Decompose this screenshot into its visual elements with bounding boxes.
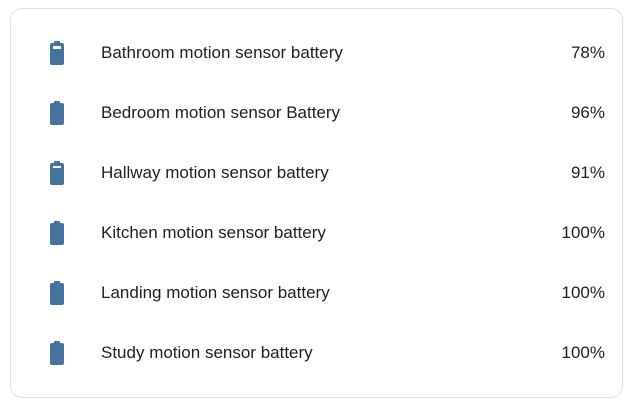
- battery-80-icon: [50, 41, 64, 65]
- battery-full-icon: [50, 281, 64, 305]
- entity-row-bathroom-battery[interactable]: Bathroom motion sensor battery 78%: [11, 33, 624, 73]
- entity-row-bedroom-battery[interactable]: Bedroom motion sensor Battery 96%: [11, 93, 624, 133]
- battery-full-icon: [50, 101, 64, 125]
- entity-row-hallway-battery[interactable]: Hallway motion sensor battery 91%: [11, 153, 624, 193]
- battery-90-icon: [50, 161, 64, 185]
- entity-name: Study motion sensor battery: [101, 343, 313, 362]
- entity-state: 78%: [570, 43, 605, 62]
- entity-name: Kitchen motion sensor battery: [101, 223, 326, 242]
- entity-row-landing-battery[interactable]: Landing motion sensor battery 100%: [11, 273, 624, 313]
- entity-row-study-battery[interactable]: Study motion sensor battery 100%: [11, 333, 624, 373]
- entity-state: 100%: [561, 283, 605, 302]
- entity-state: 100%: [561, 343, 605, 362]
- entity-name: Landing motion sensor battery: [101, 283, 330, 302]
- entity-row-kitchen-battery[interactable]: Kitchen motion sensor battery 100%: [11, 213, 624, 253]
- battery-full-icon: [50, 221, 64, 245]
- entity-state: 100%: [561, 223, 605, 242]
- entity-name: Bathroom motion sensor battery: [101, 43, 343, 62]
- entity-name: Hallway motion sensor battery: [101, 163, 329, 182]
- entity-state: 91%: [570, 163, 605, 182]
- battery-full-icon: [50, 341, 64, 365]
- entity-state: 96%: [570, 103, 605, 122]
- entity-name: Bedroom motion sensor Battery: [101, 103, 341, 122]
- entities-card: Bathroom motion sensor battery 78% Bedro…: [10, 8, 623, 398]
